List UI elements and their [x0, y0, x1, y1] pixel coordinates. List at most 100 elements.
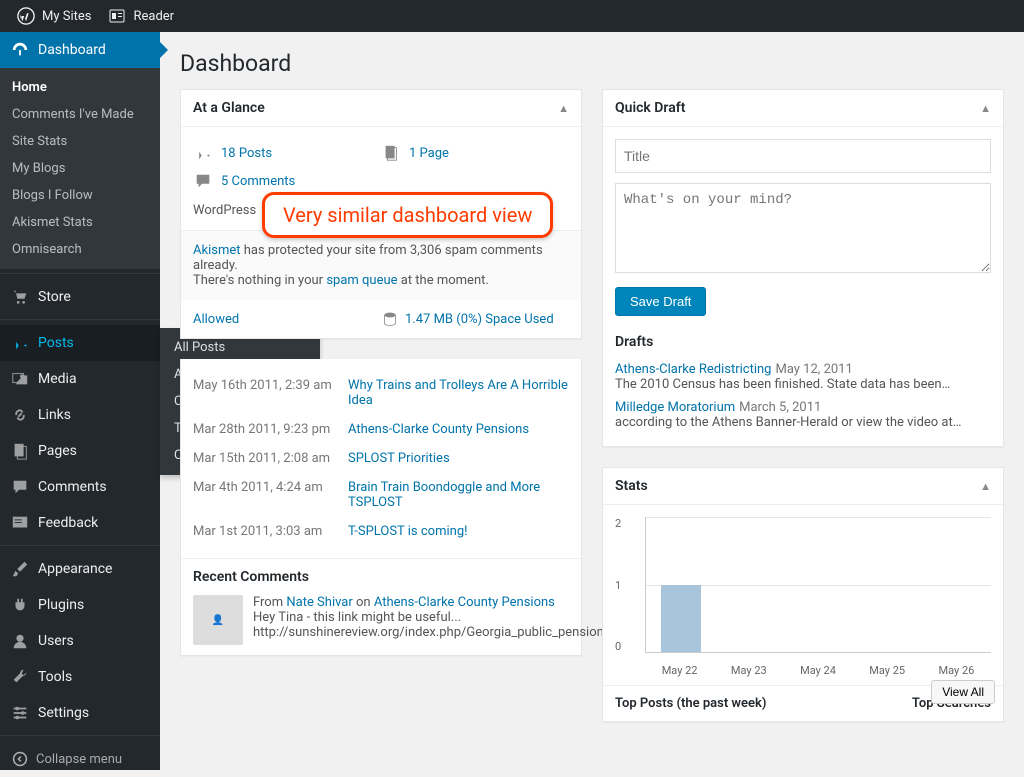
collapse-icon: [10, 749, 30, 769]
activity-item: May 16th 2011, 2:39 amWhy Trains and Tro…: [193, 371, 569, 415]
sidebar-item-comments[interactable]: Comments: [0, 469, 160, 505]
storage-allowed[interactable]: Allowed: [193, 312, 381, 327]
stats-plot-area: [645, 517, 991, 653]
topbar-wordpress[interactable]: My Sites: [8, 0, 99, 32]
cart-icon: [10, 287, 30, 307]
sidebar-comments-label: Comments: [38, 479, 107, 495]
draft-content-input[interactable]: [615, 183, 991, 273]
glance-posts-link[interactable]: 18 Posts: [221, 146, 272, 161]
subnav-home[interactable]: Home: [0, 74, 160, 101]
right-column: Quick Draft ▲ Save Draft Drafts Athens-C…: [602, 89, 1004, 742]
draft-item: Athens-Clarke RedistrictingMay 12, 2011 …: [615, 358, 991, 396]
left-column: At a Glance ▲ 18 Posts 1 Page: [180, 89, 582, 742]
subnav-comments-made[interactable]: Comments I've Made: [0, 101, 160, 128]
activity-link[interactable]: SPLOST Priorities: [348, 451, 450, 466]
sidebar-links-label: Links: [38, 407, 71, 423]
sidebar-pages-label: Pages: [38, 443, 77, 459]
stats-footer: Top Posts (the past week) Top Searches V…: [603, 685, 1003, 721]
sliders-icon: [10, 703, 30, 723]
sidebar-media-label: Media: [38, 371, 77, 387]
comment-text: Hey Tina - this link might be useful... …: [253, 610, 611, 640]
sidebar-item-links[interactable]: Links: [0, 397, 160, 433]
sidebar-item-pages[interactable]: Pages: [0, 433, 160, 469]
subnav-blogs-follow[interactable]: Blogs I Follow: [0, 182, 160, 209]
sidebar-store-label: Store: [38, 289, 71, 305]
spam-queue-link[interactable]: spam queue: [326, 273, 397, 288]
comment-icon: [10, 477, 30, 497]
user-icon: [10, 631, 30, 651]
subnav-omnisearch[interactable]: Omnisearch: [0, 236, 160, 263]
sidebar-posts-label: Posts: [38, 335, 74, 351]
sidebar-item-settings[interactable]: Settings: [0, 695, 160, 731]
view-all-button[interactable]: View All: [931, 680, 995, 704]
avatar: 👤: [193, 595, 243, 645]
quick-draft-box: Quick Draft ▲ Save Draft Drafts Athens-C…: [602, 89, 1004, 447]
stats-x-axis: May 22 May 23 May 24 May 25 May 26: [645, 664, 991, 677]
wrench-icon: [10, 667, 30, 687]
activity-link[interactable]: Why Trains and Trolleys Are A Horrible I…: [348, 378, 569, 408]
wordpress-icon: [16, 6, 36, 26]
stats-box: Stats ▲ 2 1 0 May 22: [602, 467, 1004, 722]
sidebar-item-users[interactable]: Users: [0, 623, 160, 659]
activity-item: Mar 15th 2011, 2:08 amSPLOST Priorities: [193, 444, 569, 473]
quick-draft-title: Quick Draft: [615, 100, 685, 116]
sidebar-item-tools[interactable]: Tools: [0, 659, 160, 695]
topbar-my-sites-label: My Sites: [42, 9, 91, 24]
activity-link[interactable]: Brain Train Boondoggle and More TSPLOST: [348, 480, 569, 510]
akismet-text2c: at the moment.: [398, 273, 489, 288]
toggle-icon[interactable]: ▲: [558, 102, 569, 115]
pages-icon: [10, 441, 30, 461]
stats-chart: 2 1 0 May 22 May 23 May 24 May 25: [603, 505, 1003, 685]
sidebar-appearance-label: Appearance: [38, 561, 112, 577]
draft-excerpt: The 2010 Census has been finished. State…: [615, 377, 991, 392]
top-posts-label: Top Posts (the past week): [615, 696, 766, 711]
disk-icon: [381, 310, 399, 328]
comment-from: From: [253, 595, 286, 610]
collapse-menu[interactable]: Collapse menu: [0, 741, 160, 777]
akismet-link[interactable]: Akismet: [193, 243, 241, 258]
link-icon: [10, 405, 30, 425]
annotation-callout: Very similar dashboard view: [262, 192, 553, 238]
sidebar-item-plugins[interactable]: Plugins: [0, 587, 160, 623]
storage-allowed-label: Allowed: [193, 312, 239, 327]
storage-used[interactable]: 1.47 MB (0%) Space Used: [381, 310, 569, 328]
page-icon: [381, 143, 401, 163]
draft-link[interactable]: Milledge Moratorium: [615, 400, 735, 415]
comment-author-link[interactable]: Nate Shivar: [286, 595, 352, 610]
page-title: Dashboard: [180, 32, 1004, 89]
subnav-my-blogs[interactable]: My Blogs: [0, 155, 160, 182]
pin-icon: [193, 143, 213, 163]
feedback-icon: [10, 513, 30, 533]
draft-link[interactable]: Athens-Clarke Redistricting: [615, 362, 771, 377]
toggle-icon[interactable]: ▲: [980, 480, 991, 493]
subnav-site-stats[interactable]: Site Stats: [0, 128, 160, 155]
glance-comments[interactable]: 5 Comments: [193, 167, 569, 195]
sidebar-item-feedback[interactable]: Feedback: [0, 505, 160, 541]
save-draft-button[interactable]: Save Draft: [615, 287, 706, 316]
draft-excerpt: according to the Athens Banner-Herald or…: [615, 415, 991, 430]
draft-title-input[interactable]: [615, 139, 991, 173]
comment-item: 👤 From Nate Shivar on Athens-Clarke Coun…: [181, 585, 581, 655]
sidebar-plugins-label: Plugins: [38, 597, 84, 613]
sidebar-item-dashboard[interactable]: Dashboard: [0, 32, 160, 68]
comment-icon: [193, 171, 213, 191]
glance-posts[interactable]: 18 Posts: [193, 139, 381, 167]
sidebar-item-store[interactable]: Store: [0, 279, 160, 315]
stats-y-axis: 2 1 0: [615, 517, 645, 653]
sidebar-item-posts[interactable]: Posts: [0, 325, 160, 361]
glance-comments-link[interactable]: 5 Comments: [221, 174, 295, 189]
activity-list: May 16th 2011, 2:39 amWhy Trains and Tro…: [193, 371, 569, 546]
activity-link[interactable]: T-SPLOST is coming!: [348, 524, 467, 539]
glance-pages[interactable]: 1 Page: [381, 139, 569, 167]
dashboard-icon: [10, 40, 30, 60]
toggle-icon[interactable]: ▲: [980, 102, 991, 115]
comment-post-link[interactable]: Athens-Clarke County Pensions: [374, 595, 555, 610]
activity-box: May 16th 2011, 2:39 amWhy Trains and Tro…: [180, 359, 582, 656]
subnav-akismet-stats[interactable]: Akismet Stats: [0, 209, 160, 236]
topbar-reader[interactable]: Reader: [99, 0, 182, 32]
sidebar-settings-label: Settings: [38, 705, 89, 721]
activity-link[interactable]: Athens-Clarke County Pensions: [348, 422, 529, 437]
glance-pages-link[interactable]: 1 Page: [409, 146, 449, 161]
sidebar-item-media[interactable]: Media: [0, 361, 160, 397]
sidebar-item-appearance[interactable]: Appearance: [0, 551, 160, 587]
